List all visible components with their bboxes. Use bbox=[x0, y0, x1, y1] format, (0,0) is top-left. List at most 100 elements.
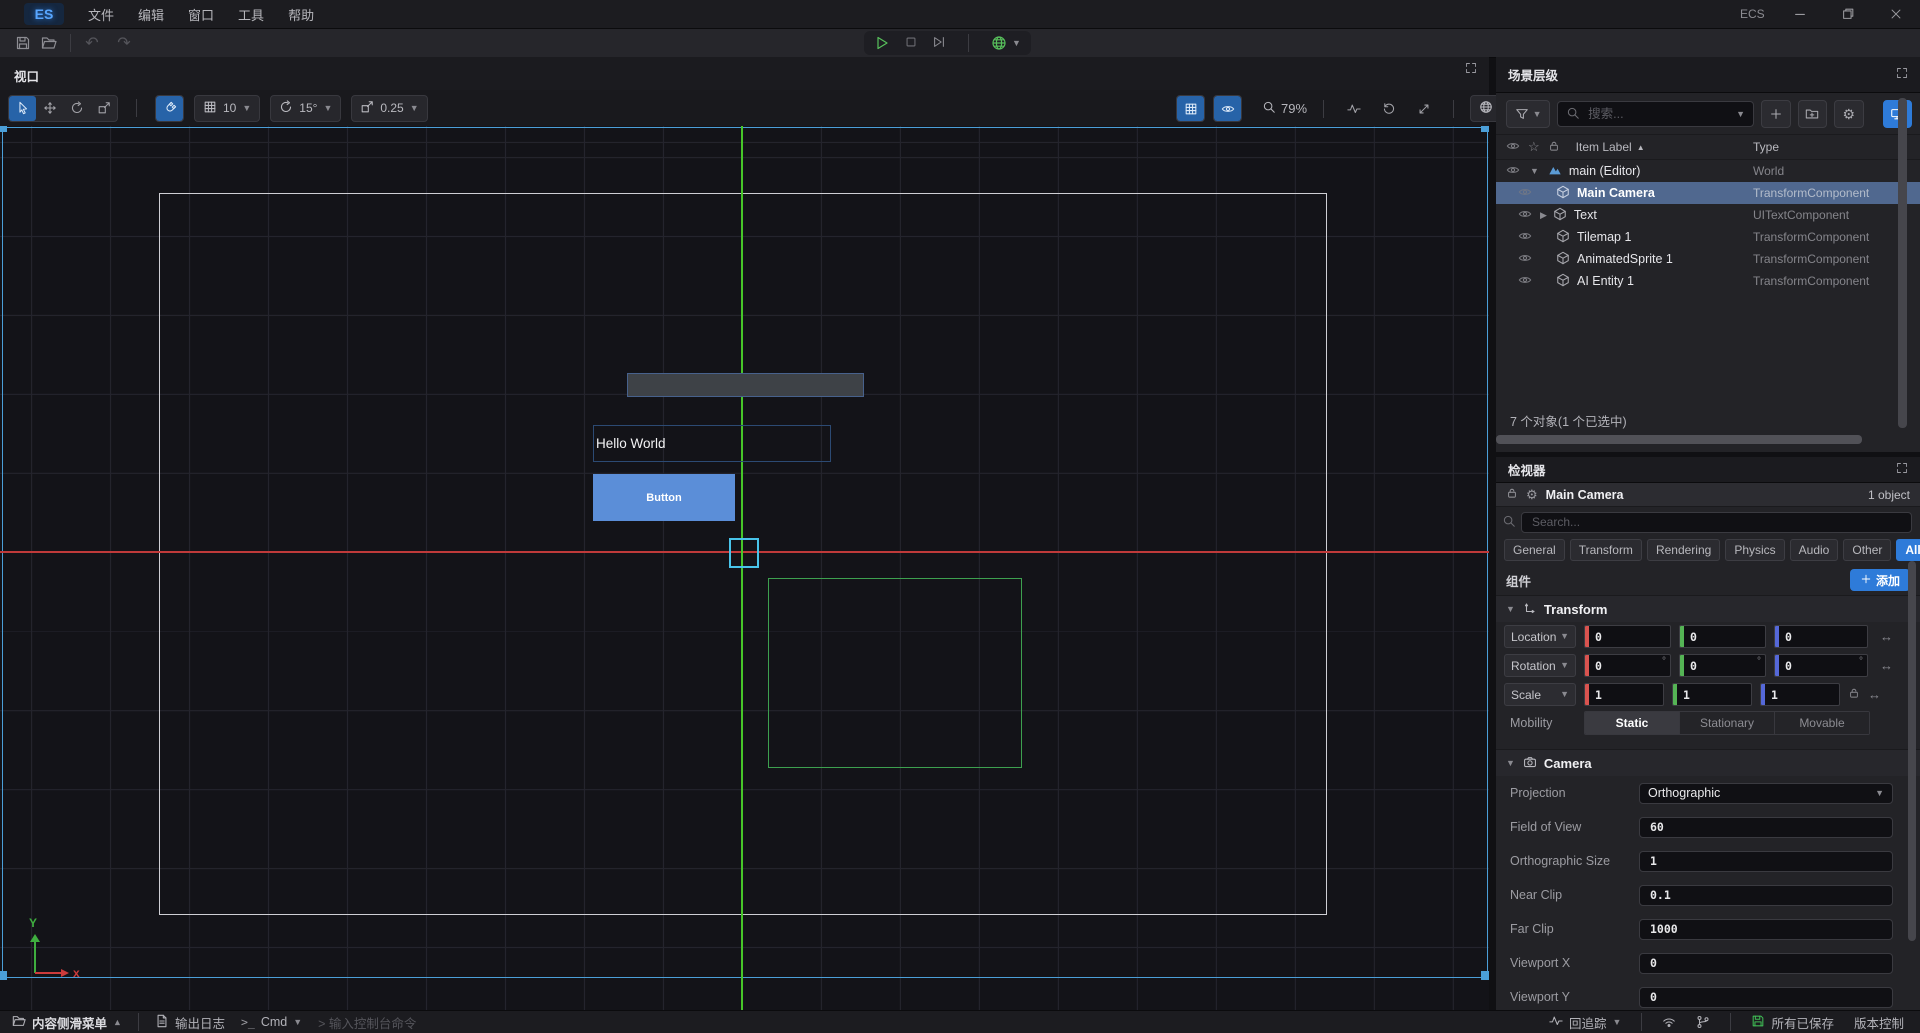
link-icon[interactable]: ↔ bbox=[1880, 658, 1893, 673]
link-icon[interactable]: ↔ bbox=[1868, 687, 1881, 702]
move-tool-button[interactable] bbox=[36, 96, 63, 121]
version-control-button[interactable]: 版本控制 bbox=[1846, 1011, 1912, 1033]
scale-y-field[interactable]: 1 bbox=[1672, 683, 1752, 706]
visibility-eye-icon[interactable] bbox=[1518, 229, 1532, 246]
selection-handle[interactable] bbox=[0, 971, 7, 980]
tab-all[interactable]: All bbox=[1896, 539, 1920, 561]
column-type[interactable]: Type bbox=[1753, 140, 1779, 154]
rotate-tool-button[interactable] bbox=[63, 96, 90, 121]
close-button[interactable] bbox=[1881, 2, 1911, 26]
visibility-eye-icon[interactable] bbox=[1518, 185, 1532, 202]
viewport-x-field[interactable]: 0 bbox=[1639, 953, 1893, 974]
stats-button[interactable] bbox=[1340, 96, 1367, 121]
select-tool-button[interactable] bbox=[9, 96, 36, 121]
scale-x-field[interactable]: 1 bbox=[1584, 683, 1664, 706]
rotation-x-field[interactable]: 0 ° bbox=[1584, 654, 1671, 677]
zoom-control[interactable]: 79% bbox=[1262, 100, 1307, 117]
snap-toggle-button[interactable] bbox=[156, 96, 183, 121]
open-folder-button[interactable] bbox=[36, 31, 62, 55]
visibility-eye-icon[interactable] bbox=[1518, 251, 1532, 268]
near-clip-field[interactable]: 0.1 bbox=[1639, 885, 1893, 906]
hierarchy-add-button[interactable] bbox=[1761, 100, 1790, 128]
projection-dropdown[interactable]: Orthographic ▼ bbox=[1639, 783, 1893, 804]
console-command-input[interactable]: > 输入控制台命令 bbox=[310, 1011, 424, 1033]
scene-viewport-canvas[interactable]: Hello World Button Y x bbox=[0, 126, 1489, 1010]
hierarchy-row-tilemap[interactable]: Tilemap 1 TransformComponent bbox=[1496, 226, 1920, 248]
add-component-button[interactable]: 添加 bbox=[1850, 569, 1910, 591]
selection-box-cyan[interactable] bbox=[729, 538, 759, 568]
rotation-z-field[interactable]: 0 ° bbox=[1774, 654, 1868, 677]
transform-section-header[interactable]: ▼ Transform bbox=[1496, 595, 1920, 622]
selection-handle[interactable] bbox=[1481, 971, 1489, 980]
hierarchy-settings-button[interactable]: ⚙ bbox=[1834, 100, 1863, 128]
location-z-field[interactable]: 0 bbox=[1774, 625, 1868, 648]
grid-snap-dropdown[interactable]: 10▼ bbox=[194, 95, 260, 122]
rotation-y-field[interactable]: 0 ° bbox=[1679, 654, 1766, 677]
save-button[interactable] bbox=[10, 31, 36, 55]
location-x-field[interactable]: 0 bbox=[1584, 625, 1671, 648]
tab-transform[interactable]: Transform bbox=[1570, 539, 1642, 561]
location-y-field[interactable]: 0 bbox=[1679, 625, 1766, 648]
ortho-size-field[interactable]: 1 bbox=[1639, 851, 1893, 872]
menu-edit[interactable]: 编辑 bbox=[126, 0, 176, 28]
favorite-column-icon[interactable]: ☆ bbox=[1528, 139, 1540, 155]
fov-field[interactable]: 60 bbox=[1639, 817, 1893, 838]
inspector-search-input[interactable] bbox=[1530, 514, 1903, 530]
hierarchy-row-text[interactable]: ▶ Text UITextComponent bbox=[1496, 204, 1920, 226]
minimize-button[interactable] bbox=[1785, 2, 1815, 26]
inspector-vertical-scrollbar[interactable] bbox=[1908, 561, 1916, 941]
tab-rendering[interactable]: Rendering bbox=[1647, 539, 1720, 561]
visibility-eye-icon[interactable] bbox=[1518, 207, 1532, 224]
play-button[interactable] bbox=[874, 35, 890, 52]
save-status[interactable]: 所有已保存 bbox=[1743, 1011, 1842, 1033]
camera-section-header[interactable]: ▼ Camera bbox=[1496, 749, 1920, 776]
reset-view-button[interactable] bbox=[1375, 96, 1402, 121]
fullscreen-button[interactable] bbox=[1410, 96, 1437, 121]
visibility-column-icon[interactable] bbox=[1506, 139, 1520, 156]
content-drawer-button[interactable]: 内容侧滑菜单 ▼ bbox=[4, 1011, 130, 1033]
scene-button-element[interactable]: Button bbox=[593, 474, 735, 521]
mobility-movable-button[interactable]: Movable bbox=[1775, 712, 1869, 734]
hierarchy-row-animatedsprite[interactable]: AnimatedSprite 1 TransformComponent bbox=[1496, 248, 1920, 270]
hierarchy-vertical-scrollbar[interactable] bbox=[1898, 98, 1907, 428]
scene-text-element[interactable]: Hello World bbox=[593, 425, 831, 462]
source-control-branch-icon[interactable] bbox=[1688, 1011, 1718, 1033]
hierarchy-row-main-camera[interactable]: Main Camera TransformComponent bbox=[1496, 182, 1920, 204]
selection-handle[interactable] bbox=[1481, 126, 1489, 132]
mobility-stationary-button[interactable]: Stationary bbox=[1680, 712, 1775, 734]
scene-panel-rect[interactable] bbox=[627, 373, 864, 397]
undo-button[interactable]: ↶ bbox=[79, 31, 105, 55]
rotate-snap-dropdown[interactable]: 15°▼ bbox=[270, 95, 341, 122]
hierarchy-horizontal-scrollbar[interactable] bbox=[1496, 435, 1862, 444]
lock-icon[interactable] bbox=[1506, 487, 1518, 502]
redo-button[interactable]: ↷ bbox=[111, 31, 137, 55]
chevron-down-icon[interactable]: ▼ bbox=[1530, 167, 1539, 176]
column-item-label[interactable]: Item Label bbox=[1576, 140, 1632, 154]
inspector-expand-icon[interactable] bbox=[1896, 462, 1908, 477]
output-log-button[interactable]: 输出日志 bbox=[147, 1011, 233, 1033]
gear-icon[interactable]: ⚙ bbox=[1526, 487, 1538, 503]
menu-tools[interactable]: 工具 bbox=[226, 0, 276, 28]
hierarchy-row-main[interactable]: ▼ main (Editor) World bbox=[1496, 160, 1920, 182]
selection-handle[interactable] bbox=[0, 126, 7, 132]
link-icon[interactable]: ↔ bbox=[1880, 629, 1893, 644]
grid-visibility-toggle[interactable] bbox=[1177, 96, 1204, 121]
menu-file[interactable]: 文件 bbox=[76, 0, 126, 28]
scale-mode-dropdown[interactable]: Scale▼ bbox=[1504, 683, 1576, 706]
hierarchy-search-input[interactable] bbox=[1586, 106, 1730, 122]
inspector-search-box[interactable] bbox=[1521, 512, 1912, 533]
far-clip-field[interactable]: 1000 bbox=[1639, 919, 1893, 940]
cmd-dropdown[interactable]: >_ Cmd ▼ bbox=[233, 1011, 310, 1033]
hierarchy-filter-button[interactable]: ▼ bbox=[1506, 100, 1550, 128]
step-button[interactable] bbox=[932, 35, 946, 52]
scale-z-field[interactable]: 1 bbox=[1760, 683, 1840, 706]
hierarchy-row-ai-entity[interactable]: AI Entity 1 TransformComponent bbox=[1496, 270, 1920, 292]
tab-audio[interactable]: Audio bbox=[1790, 539, 1839, 561]
menu-help[interactable]: 帮助 bbox=[276, 0, 326, 28]
rotation-mode-dropdown[interactable]: Rotation▼ bbox=[1504, 654, 1576, 677]
app-logo[interactable]: ES bbox=[24, 3, 64, 25]
scale-tool-button[interactable] bbox=[90, 96, 117, 121]
scale-snap-dropdown[interactable]: 0.25▼ bbox=[351, 95, 427, 122]
network-status-icon[interactable] bbox=[1654, 1011, 1684, 1033]
lock-column-icon[interactable] bbox=[1548, 140, 1560, 155]
